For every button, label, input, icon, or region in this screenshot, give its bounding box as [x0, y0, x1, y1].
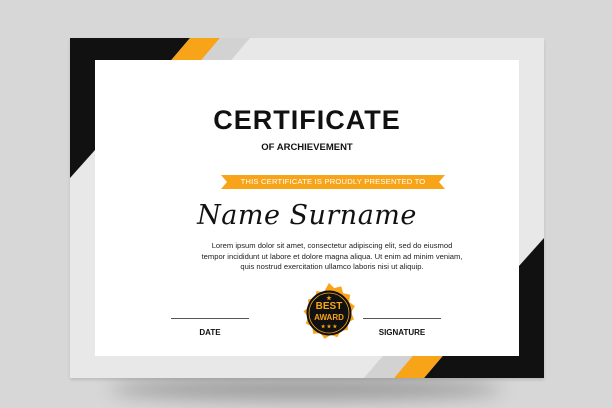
certificate-content: CERTIFICATE OF ARCHIEVEMENT THIS CERTIFI… — [95, 60, 519, 356]
seal-best-text: BEST — [315, 301, 343, 312]
signature-line — [363, 318, 441, 319]
certificate-subtitle: OF ARCHIEVEMENT — [261, 142, 353, 153]
body-line: quis nostrud exercitation ullamco labori… — [240, 262, 424, 271]
date-line — [171, 318, 249, 319]
body-line: tempor incididunt ut labore et dolore ma… — [201, 251, 463, 261]
certificate-body: Lorem ipsum dolor sit amet, consectetur … — [187, 241, 477, 273]
seal-award-text: AWARD — [314, 313, 344, 322]
signature-label: SIGNATURE — [378, 328, 426, 337]
date-label: DATE — [199, 328, 221, 337]
presented-ribbon: THIS CERTIFICATE IS PROUDLY PRESENTED TO — [221, 175, 445, 189]
ribbon-text: THIS CERTIFICATE IS PROUDLY PRESENTED TO — [240, 177, 426, 186]
certificate-title: CERTIFICATE — [213, 105, 401, 135]
recipient-name: Name Surname — [197, 200, 417, 231]
seal-stars: ★ ★ ★ — [320, 324, 338, 330]
certificate-shadow — [110, 378, 502, 400]
best-award-seal: ★ BEST AWARD ★ ★ ★ — [298, 282, 360, 349]
body-line: Lorem ipsum dolor sit amet, consectetur … — [211, 241, 453, 250]
certificate-card: CERTIFICATE OF ARCHIEVEMENT THIS CERTIFI… — [70, 38, 544, 378]
